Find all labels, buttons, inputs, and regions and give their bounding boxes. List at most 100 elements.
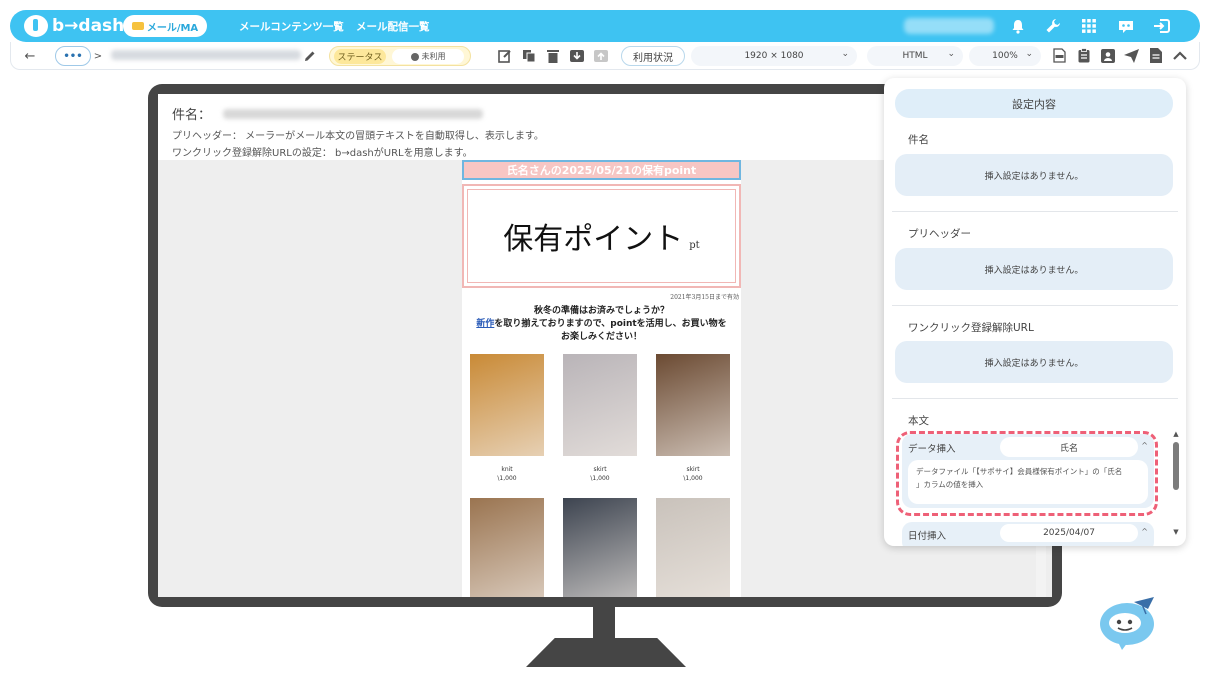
html-file-icon[interactable]: [1052, 48, 1067, 63]
product-item[interactable]: [563, 498, 637, 597]
content-name: [111, 50, 301, 60]
download-icon[interactable]: [569, 48, 584, 63]
chevron-up-icon[interactable]: ^: [1141, 441, 1148, 450]
date-insert-value[interactable]: 2025/04/07: [1000, 524, 1138, 542]
description-line-2: 」カラムの値を挿入: [916, 480, 984, 489]
data-insert-field[interactable]: 氏名: [1000, 437, 1138, 457]
product-photo: [656, 354, 730, 456]
copy-line-2: を取り揃えておりますので、pointを活用し、お買い物を: [494, 319, 727, 329]
breadcrumb-more-button[interactable]: •••: [55, 46, 91, 66]
product-item[interactable]: [470, 498, 544, 597]
upload-icon[interactable]: [593, 48, 608, 63]
logout-icon[interactable]: [1152, 16, 1172, 36]
format-select[interactable]: HTML ⌄: [867, 46, 963, 66]
chat-robot-icon[interactable]: [1116, 16, 1136, 36]
product-item[interactable]: skirt \1,000: [656, 354, 730, 482]
product-price: \1,000: [590, 475, 610, 482]
product-item[interactable]: [656, 498, 730, 597]
chevron-up-icon[interactable]: [1172, 48, 1187, 63]
section-value-unsubscribe: 挿入設定はありません。: [895, 341, 1173, 383]
points-unit: pt: [689, 239, 700, 251]
subject-value: [223, 108, 484, 119]
envelope-icon: [131, 22, 144, 30]
product-photo: [656, 498, 730, 597]
resolution-value: 1920 × 1080: [744, 51, 804, 61]
bell-icon[interactable]: [1008, 16, 1028, 36]
subject-label: 件名：: [172, 108, 212, 123]
section-label-unsubscribe: ワンクリック登録解除URL: [902, 322, 1040, 338]
zoom-value: 100%: [992, 51, 1018, 61]
data-insert-description: データファイル「【サポサイ】会員様保有ポイント」の「氏名 」カラムの値を挿入: [908, 460, 1148, 504]
edit-icon[interactable]: [497, 48, 512, 63]
mode-switch-button[interactable]: メール/MA: [123, 15, 207, 37]
scroll-up-icon[interactable]: ▲: [1172, 430, 1180, 438]
product-name: knit: [501, 466, 513, 473]
grid-icon[interactable]: [1079, 16, 1099, 36]
chevron-up-icon[interactable]: ^: [1141, 527, 1148, 536]
mode-label: メール/MA: [146, 22, 199, 34]
pencil-icon[interactable]: [303, 46, 317, 66]
divider: [892, 305, 1178, 306]
section-label-subject: 件名: [902, 134, 935, 150]
product-item[interactable]: knit \1,000: [470, 354, 544, 482]
chevron-down-icon: ⌄: [947, 49, 955, 59]
copy-line-1: 秋冬の準備はお済みでしょうか？: [533, 306, 669, 316]
back-arrow-icon[interactable]: ←: [23, 46, 37, 66]
monitor-stand-neck: [593, 607, 615, 641]
description-line-1: データファイル「【サポサイ】会員様保有ポイント」の「氏名: [916, 467, 1123, 476]
divider: [892, 398, 1178, 399]
logo-icon: [24, 15, 48, 37]
product-name: skirt: [686, 466, 700, 473]
status-dot-icon: [410, 52, 419, 61]
section-value-preheader: 挿入設定はありません。: [895, 248, 1173, 290]
mail-header-banner[interactable]: 氏名さんの2025/05/21の保有point: [462, 160, 741, 180]
resolution-select[interactable]: 1920 × 1080 ⌄: [691, 46, 857, 66]
status-value[interactable]: 未利用: [392, 49, 464, 64]
breadcrumb-separator: >: [93, 50, 103, 62]
mail-preview: 氏名さんの2025/05/21の保有point 保有ポイント pt 2021年3…: [462, 160, 741, 597]
monitor-stand-base: [526, 638, 686, 667]
product-photo: [563, 354, 637, 456]
data-insert-card: データ挿入 氏名 ^ データファイル「【サポサイ】会員様保有ポイント」の「氏名 …: [902, 434, 1154, 508]
product-price: \1,000: [683, 475, 703, 482]
section-value-subject: 挿入設定はありません。: [895, 154, 1173, 196]
format-value: HTML: [902, 51, 928, 61]
status-control[interactable]: ステータス 未利用: [329, 46, 471, 66]
points-block: 保有ポイント pt: [462, 184, 741, 288]
product-photo: [563, 498, 637, 597]
scroll-thumb[interactable]: [1173, 442, 1179, 490]
copy-icon[interactable]: [521, 48, 536, 63]
send-icon[interactable]: [1124, 48, 1139, 63]
user-name: [904, 18, 994, 34]
product-name: skirt: [593, 466, 607, 473]
logo-text: b→dash: [52, 16, 125, 36]
panel-title: 設定内容: [895, 89, 1173, 118]
mascot-icon: [1098, 592, 1160, 652]
trash-icon[interactable]: [545, 48, 560, 63]
status-label: ステータス: [334, 49, 386, 64]
document-icon[interactable]: [1148, 48, 1163, 63]
contact-card-icon[interactable]: [1100, 48, 1115, 63]
date-insert-card: 日付挿入 2025/04/07 ^: [902, 522, 1154, 546]
new-items-link[interactable]: 新作: [476, 319, 494, 329]
nav-mail-deliveries[interactable]: メール配信一覧: [356, 19, 430, 34]
mail-copy: 秋冬の準備はお済みでしょうか？ 新作を取り揃えておりますので、pointを活用し…: [462, 305, 741, 344]
zoom-select[interactable]: 100% ⌄: [969, 46, 1041, 66]
panel-scrollbar[interactable]: ▲ ▼: [1172, 430, 1180, 540]
usage-button[interactable]: 利用状況: [621, 46, 685, 66]
top-bar: b→dash メール/MA メールコンテンツ一覧 メール配信一覧: [10, 10, 1200, 42]
logo[interactable]: b→dash: [24, 15, 124, 37]
content-toolbar: ← ••• > ステータス 未利用 利用状況 1920 × 1080 ⌄ HTM…: [10, 42, 1200, 70]
wrench-icon[interactable]: [1043, 16, 1063, 36]
expiry-note: 2021年3月15日まで有効: [670, 294, 739, 301]
date-insert-label: 日付挿入: [908, 531, 947, 542]
status-value-text: 未利用: [421, 52, 446, 61]
chevron-down-icon: ⌄: [841, 49, 849, 59]
clipboard-icon[interactable]: [1076, 48, 1091, 63]
scroll-down-icon[interactable]: ▼: [1172, 528, 1180, 536]
product-photo: [470, 498, 544, 597]
divider: [892, 211, 1178, 212]
product-item[interactable]: skirt \1,000: [563, 354, 637, 482]
points-title: 保有ポイント: [503, 222, 684, 257]
nav-mail-contents[interactable]: メールコンテンツ一覧: [239, 19, 344, 34]
